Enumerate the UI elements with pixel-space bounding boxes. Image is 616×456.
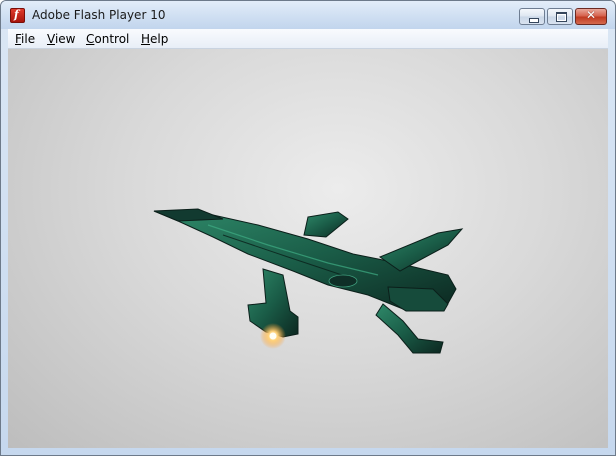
close-icon: ✕: [585, 8, 597, 22]
maximize-button[interactable]: [547, 8, 573, 25]
ship-right-wing: [378, 228, 464, 272]
menu-view[interactable]: View: [47, 32, 75, 46]
menu-help[interactable]: Help: [141, 32, 168, 46]
flash-player-window: f Adobe Flash Player 10 ✕ File View Cont…: [0, 0, 616, 456]
menu-bar: File View Control Help: [8, 29, 608, 49]
window-title: Adobe Flash Player 10: [32, 8, 166, 22]
menu-control[interactable]: Control: [86, 32, 129, 46]
close-button[interactable]: ✕: [575, 8, 607, 25]
minimize-button[interactable]: [519, 8, 545, 25]
title-bar[interactable]: f Adobe Flash Player 10 ✕: [1, 1, 615, 29]
ship-top-fin: [303, 211, 349, 238]
spaceship-render: [153, 208, 464, 354]
flash-icon[interactable]: f: [10, 8, 25, 23]
flash-content-area[interactable]: [8, 49, 608, 448]
minimize-icon: [529, 18, 539, 23]
menu-file[interactable]: File: [15, 32, 35, 46]
maximize-icon: [556, 12, 567, 22]
